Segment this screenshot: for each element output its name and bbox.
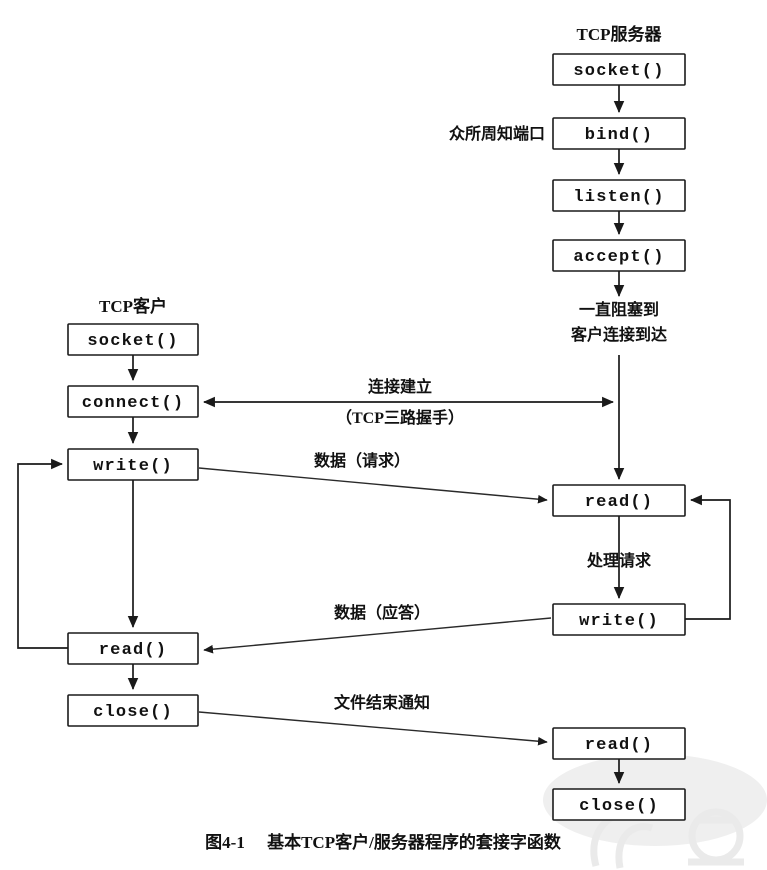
server-step-read-1[interactable]: read() [552, 484, 686, 517]
blocking-label-line1: 一直阻塞到 [579, 300, 659, 319]
figure-caption-number: 图4-1 [205, 833, 245, 852]
link-data-request [198, 467, 548, 504]
blocking-label-line2: 客户连接到达 [571, 325, 667, 344]
client-loop-read-to-write [17, 458, 68, 649]
client-step-write[interactable]: write() [67, 448, 199, 481]
server-step-bind[interactable]: bind() [552, 117, 686, 150]
client-step-connect[interactable]: connect() [67, 385, 199, 418]
connection-label-line1: 连接建立 [368, 377, 432, 396]
eof-notify-label: 文件结束通知 [334, 693, 430, 712]
server-bind-label: bind() [585, 126, 653, 145]
server-step-socket[interactable]: socket() [552, 53, 686, 86]
client-step-socket[interactable]: socket() [67, 323, 199, 356]
client-step-read[interactable]: read() [67, 632, 199, 665]
data-reply-label: 数据（应答） [334, 603, 430, 622]
client-socket-label: socket() [87, 332, 178, 351]
client-write-label: write() [93, 457, 173, 476]
server-read-2-label: read() [585, 736, 653, 755]
flow-diagram-canvas: TCP服务器 socket() bind() listen() accept()… [0, 0, 767, 870]
server-column-title: TCP服务器 [577, 24, 663, 44]
figure-caption: 图4-1 基本TCP客户/服务器程序的套接字函数 [205, 832, 562, 852]
client-step-close[interactable]: close() [67, 694, 199, 727]
server-listen-label: listen() [573, 188, 664, 207]
server-step-close[interactable]: close() [552, 788, 686, 821]
tcp-client-server-diagram: TCP服务器 socket() bind() listen() accept()… [0, 0, 767, 870]
link-data-reply [203, 617, 552, 654]
client-column-title: TCP客户 [99, 296, 167, 316]
connection-label-line2: （TCP三路握手） [336, 408, 464, 427]
server-read-1-label: read() [585, 493, 653, 512]
well-known-port-label: 众所周知端口 [449, 124, 545, 143]
server-accept-label: accept() [573, 248, 664, 267]
client-read-label: read() [99, 641, 167, 660]
server-socket-label: socket() [573, 62, 664, 81]
data-request-label: 数据（请求） [314, 451, 410, 470]
server-step-accept[interactable]: accept() [552, 239, 686, 272]
server-step-read-2[interactable]: read() [552, 727, 686, 760]
link-eof-notification [198, 711, 548, 746]
server-loop-write-to-read [685, 494, 731, 620]
figure-caption-text: 基本TCP客户/服务器程序的套接字函数 [266, 832, 562, 852]
client-connect-label: connect() [82, 394, 185, 413]
process-request-label: 处理请求 [586, 551, 652, 570]
server-close-label: close() [579, 797, 659, 816]
server-write-label: write() [579, 612, 659, 631]
server-step-listen[interactable]: listen() [552, 179, 686, 212]
client-close-label: close() [93, 703, 173, 722]
server-step-write[interactable]: write() [552, 603, 686, 636]
